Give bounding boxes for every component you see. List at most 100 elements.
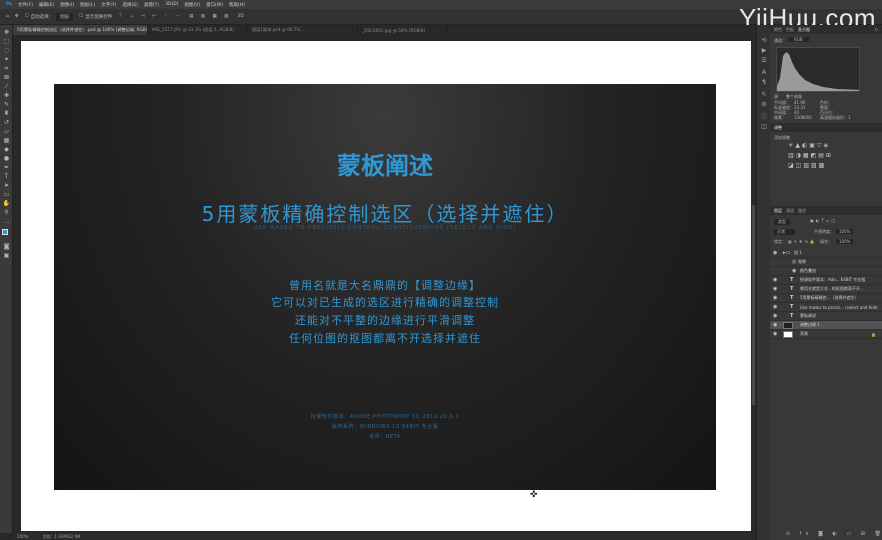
menu-edit[interactable]: 编辑(E) xyxy=(39,2,54,8)
eraser-tool-icon[interactable]: ▱ xyxy=(3,128,10,135)
menu-help[interactable]: 帮助(H) xyxy=(229,2,245,8)
layer-name[interactable]: 曾用名就是大名...的抠图都离不开... xyxy=(800,286,878,292)
layer-row-selected[interactable]: ◉ 调整边缘 1 xyxy=(770,321,882,331)
menu-image[interactable]: 图像(I) xyxy=(60,2,74,8)
visibility-eye-icon[interactable]: ◉ xyxy=(773,322,777,328)
document-canvas[interactable]: 蒙板阐述 5用蒙板精确控制选区（选择并遮住） USE MASKS TO PREC… xyxy=(21,41,751,531)
menu-window[interactable]: 窗口(W) xyxy=(206,2,223,8)
canvas-area[interactable]: 蒙板阐述 5用蒙板精确控制选区（选择并遮住） USE MASKS TO PREC… xyxy=(13,35,751,533)
refresh-icon[interactable]: ↻ xyxy=(875,27,878,32)
dodge-tool-icon[interactable]: ● xyxy=(3,155,10,162)
magic-wand-icon[interactable]: ✦ xyxy=(3,56,10,63)
ps-logo[interactable]: Ps xyxy=(6,2,12,7)
type-tool-icon[interactable]: T xyxy=(3,173,10,180)
tab-channels[interactable]: 通道 xyxy=(786,208,794,214)
tab-histogram[interactable]: 直方图 xyxy=(798,27,810,33)
menu-file[interactable]: 文件(F) xyxy=(18,2,33,8)
menu-type[interactable]: 文字(Y) xyxy=(101,2,116,8)
layer-row[interactable]: ◎ 效果 xyxy=(770,258,882,268)
marquee-tool-icon[interactable]: ⬚ xyxy=(3,38,10,45)
layer-name[interactable]: 背景 xyxy=(800,331,878,337)
layer-row[interactable]: ◉ ▸▭ 组 1 xyxy=(770,249,882,259)
visibility-eye-icon[interactable]: ◉ xyxy=(792,268,796,274)
move-tool-icon[interactable]: ✥ xyxy=(15,14,19,19)
stamp-tool-icon[interactable]: ♜ xyxy=(3,110,10,117)
menu-filter[interactable]: 滤镜(T) xyxy=(144,2,159,8)
visibility-eye-icon[interactable]: ◉ xyxy=(773,286,777,292)
menu-select[interactable]: 选择(S) xyxy=(123,2,138,8)
layer-name[interactable]: 授课软件版本：Ado... 64BIT 专业版 xyxy=(800,277,878,283)
zoom-level[interactable]: 100% xyxy=(17,534,28,539)
brush-tool-icon[interactable]: ✎ xyxy=(3,101,10,108)
menu-view[interactable]: 视图(V) xyxy=(184,2,200,8)
visibility-eye-icon[interactable]: ◉ xyxy=(773,295,777,301)
layer-name[interactable]: Use masks to precis... (select and hide) xyxy=(800,305,878,310)
channel-select[interactable]: RGB xyxy=(788,37,809,42)
layer-name[interactable]: 5用蒙板精确控...（选择并遮住） xyxy=(800,295,878,301)
layer-row[interactable]: ◉ 颜色叠加 xyxy=(770,267,882,277)
layer-name[interactable]: 组 1 xyxy=(794,250,872,256)
tab-document-2[interactable]: IMG_5517.JPG @ 33.3% (图层 1, RGB/8) xyxy=(148,25,248,35)
tab-document-1[interactable]: 5用蒙板精确控制选区（选择并遮住）.psd @ 100% (调整边缘, RGB/… xyxy=(13,25,148,35)
layer-row[interactable]: ◉ T 5用蒙板精确控...（选择并遮住） xyxy=(770,294,882,304)
layer-kind-filter[interactable]: 类型 xyxy=(774,219,790,225)
blur-tool-icon[interactable]: ◆ xyxy=(3,146,10,153)
clone-source-icon[interactable]: ⚙ xyxy=(760,101,768,108)
path-select-icon[interactable]: ➤ xyxy=(3,182,10,189)
layer-filter-icons[interactable]: ▣◐T▭◫ xyxy=(810,218,837,223)
crop-tool-icon[interactable]: ⌗ xyxy=(3,65,10,72)
navigator-panel-icon[interactable]: ◫ xyxy=(760,123,768,130)
properties-panel-icon[interactable]: ☰ xyxy=(760,57,768,64)
lasso-tool-icon[interactable]: ◌ xyxy=(3,47,10,54)
layer-name[interactable]: 蒙板阐述 xyxy=(800,313,878,319)
gradient-tool-icon[interactable]: ▦ xyxy=(3,137,10,144)
history-panel-icon[interactable]: ⟲ xyxy=(760,37,768,44)
move-tool-icon[interactable]: ✥ xyxy=(3,29,10,36)
tab-document-4[interactable]: _DSC0001.jpg @ 50% (RGB/8) xyxy=(358,25,448,35)
doc-size[interactable]: 文档：1.93M/32.9M xyxy=(42,534,80,540)
history-brush-icon[interactable]: ↺ xyxy=(3,119,10,126)
layers-footer-icons[interactable]: ⊝ fx ◙ ◐ ▭ ⊞ 🗑 xyxy=(786,531,882,537)
scrollbar-thumb[interactable] xyxy=(752,205,755,405)
frame-tool-icon[interactable]: ⊠ xyxy=(3,74,10,81)
layer-row[interactable]: ◉ T Use masks to precis... (select and h… xyxy=(770,303,882,313)
visibility-eye-icon[interactable]: ◉ xyxy=(773,313,777,319)
adjustment-icons-row-3[interactable]: ◪◫▧▨▩ xyxy=(788,162,826,169)
foreground-color-swatch[interactable] xyxy=(2,229,8,235)
menu-layer[interactable]: 图层(L) xyxy=(80,2,95,8)
opacity-input[interactable]: 100% xyxy=(836,229,854,234)
layer-row[interactable]: ◉ T 授课软件版本：Ado... 64BIT 专业版 xyxy=(770,276,882,286)
layer-row[interactable]: ◉ 背景 🔒 xyxy=(770,330,882,340)
tab-layers[interactable]: 图层 xyxy=(774,208,782,214)
adjustment-icons-row-2[interactable]: ▥◑▦◩▤⊞ xyxy=(788,152,833,159)
more-tools-icon[interactable]: … xyxy=(3,218,10,225)
lock-icons[interactable]: ▦✎✥⊡🔒 xyxy=(788,239,817,244)
brush-panel-icon[interactable]: ✎ xyxy=(760,91,768,98)
info-panel-icon[interactable]: ⓘ xyxy=(760,113,768,121)
blend-mode-select[interactable]: 正常 xyxy=(774,229,795,235)
layer-name[interactable]: 调整边缘 1 xyxy=(800,322,878,328)
tab-adjustments[interactable]: 调整 xyxy=(774,125,782,131)
tab-document-3[interactable]: 图层1副本.psd @ 66.7%... xyxy=(248,25,358,35)
tab-color[interactable]: 颜色 xyxy=(774,27,782,33)
quick-mask-icon[interactable]: ◙ xyxy=(3,243,10,250)
fill-input[interactable]: 100% xyxy=(836,239,854,244)
zoom-tool-icon[interactable]: ⚲ xyxy=(3,209,10,216)
paragraph-panel-icon[interactable]: ¶ xyxy=(760,79,768,86)
tab-swatches[interactable]: 色板 xyxy=(786,27,794,33)
actions-panel-icon[interactable]: ▶ xyxy=(760,47,768,54)
visibility-eye-icon[interactable]: ◉ xyxy=(773,304,777,310)
healing-brush-icon[interactable]: ✚ xyxy=(3,92,10,99)
pen-tool-icon[interactable]: ✒ xyxy=(3,164,10,171)
home-icon[interactable]: ⌂ xyxy=(6,14,9,19)
shape-tool-icon[interactable]: ▭ xyxy=(3,191,10,198)
visibility-eye-icon[interactable]: ◉ xyxy=(773,277,777,283)
tab-paths[interactable]: 路径 xyxy=(798,208,806,214)
auto-select-dropdown[interactable]: 图层 xyxy=(56,12,74,21)
align-icons[interactable]: ⊤ ⊥ ⊣ ⊢ ⋮ ⋯ xyxy=(118,14,183,19)
visibility-eye-icon[interactable]: ◉ xyxy=(773,331,777,337)
eyedropper-icon[interactable]: ⁄ xyxy=(3,83,10,90)
adjustment-icons-row-1[interactable]: ☀▲◐▣▽◈ xyxy=(788,142,830,149)
layer-row[interactable]: ◉ T 蒙板阐述 xyxy=(770,312,882,322)
layer-row[interactable]: ◉ T 曾用名就是大名...的抠图都离不开... xyxy=(770,285,882,295)
